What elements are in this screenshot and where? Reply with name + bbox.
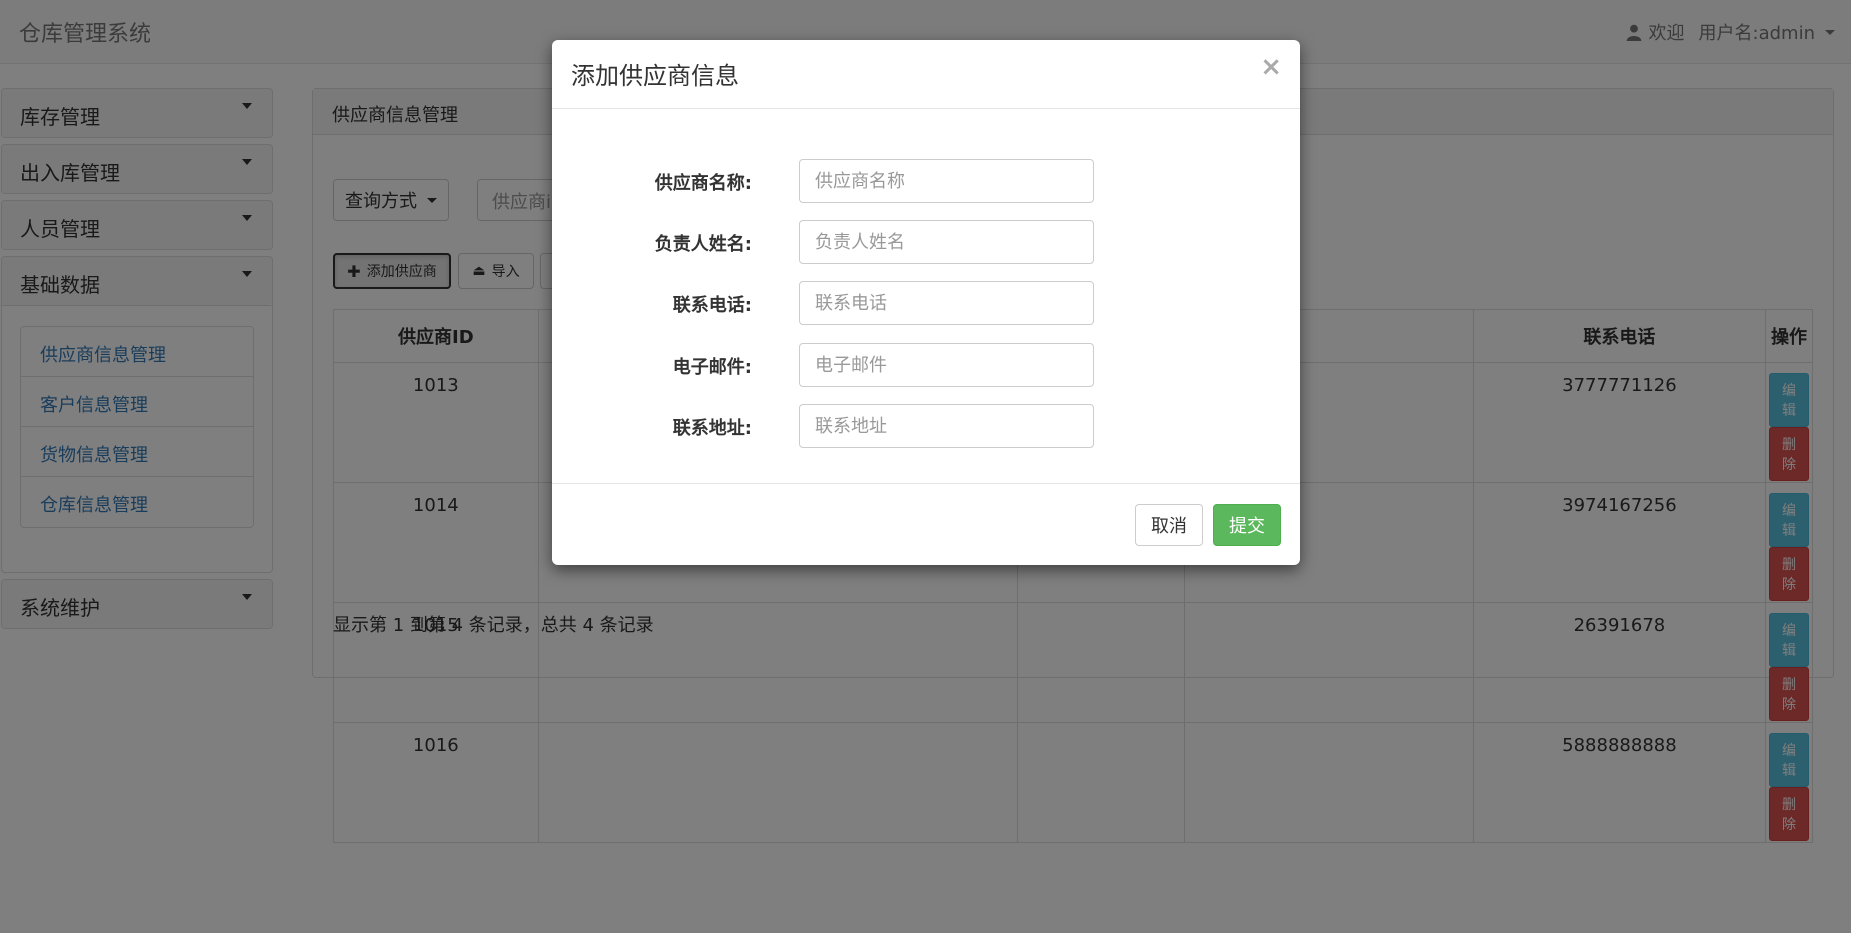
- phone-label: 联系电话:: [672, 295, 752, 316]
- form-row-contact-name: 负责人姓名:: [552, 220, 1300, 264]
- contact-name-label: 负责人姓名:: [654, 234, 752, 255]
- submit-button[interactable]: 提交: [1213, 504, 1281, 546]
- address-input[interactable]: [799, 404, 1094, 448]
- form-row-address: 联系地址:: [552, 404, 1300, 448]
- form-row-phone: 联系电话:: [552, 281, 1300, 325]
- supplier-name-input[interactable]: [799, 159, 1094, 203]
- supplier-name-label: 供应商名称:: [654, 173, 752, 194]
- modal-title: 添加供应商信息: [571, 62, 739, 90]
- modal-form: 供应商名称: 负责人姓名: 联系电话: 电子邮件: 联系地址:: [552, 109, 1300, 484]
- address-label: 联系地址:: [672, 418, 752, 439]
- add-supplier-modal: 添加供应商信息 × 供应商名称: 负责人姓名: 联系电话: 电子邮件: 联系地址…: [552, 40, 1300, 565]
- modal-footer: 取消 提交: [552, 484, 1300, 564]
- email-label: 电子邮件:: [672, 357, 752, 378]
- phone-input[interactable]: [799, 281, 1094, 325]
- modal-header: 添加供应商信息 ×: [552, 40, 1300, 109]
- form-row-supplier-name: 供应商名称:: [552, 159, 1300, 203]
- cancel-button[interactable]: 取消: [1135, 504, 1203, 546]
- contact-name-input[interactable]: [799, 220, 1094, 264]
- close-icon[interactable]: ×: [1260, 54, 1282, 80]
- form-row-email: 电子邮件:: [552, 343, 1300, 387]
- email-input[interactable]: [799, 343, 1094, 387]
